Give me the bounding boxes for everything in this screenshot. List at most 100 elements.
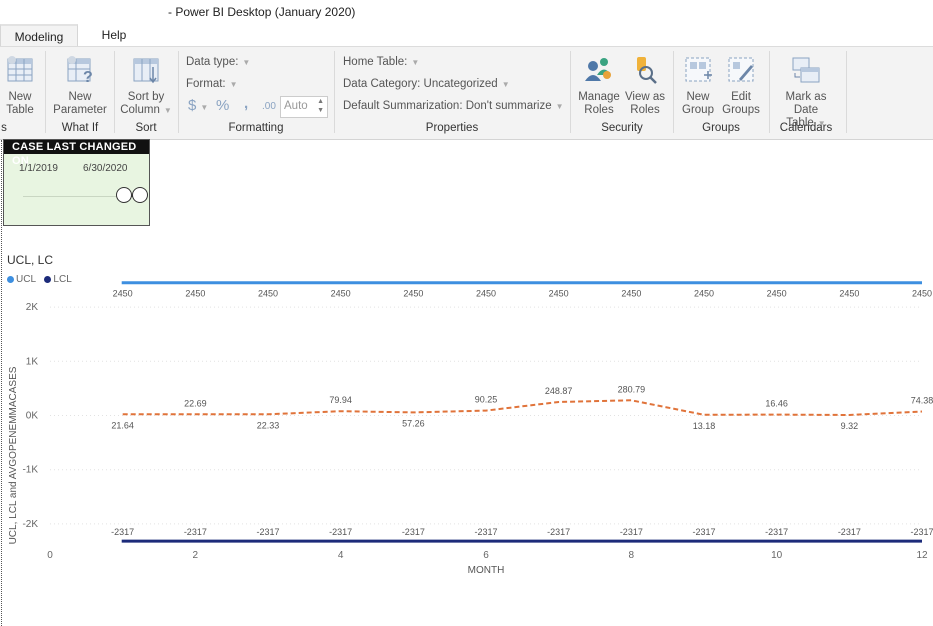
default-summarization-dropdown[interactable]: Default Summarization: Don't summarize ▼: [343, 100, 564, 112]
y-tick-label: 2K: [26, 302, 39, 313]
y-tick-label: 0K: [26, 411, 39, 422]
format-dropdown[interactable]: Format: ▼: [186, 78, 238, 90]
new-parameter-label-1: New: [68, 91, 92, 103]
ribbon-tabs: Modeling Help: [0, 24, 933, 48]
data-label: 9.32: [841, 421, 859, 431]
slicer-start-handle[interactable]: [115, 187, 132, 203]
what-if-group-label: What If: [61, 122, 99, 134]
sort-column-icon: [133, 58, 159, 84]
decimal-places-stepper[interactable]: Auto ▲ ▼: [280, 96, 328, 118]
data-label: -2317: [692, 527, 715, 537]
data-label: 2450: [476, 289, 496, 299]
chart-title: UCL, LC: [7, 253, 54, 267]
tab-help[interactable]: Help: [92, 24, 136, 46]
data-label: 21.64: [111, 420, 134, 430]
data-label: 2450: [403, 289, 423, 299]
data-label: 2450: [621, 289, 641, 299]
view-as-roles-button[interactable]: View as Roles: [623, 55, 667, 117]
x-tick-label: 4: [338, 550, 344, 561]
y-tick-label: -2K: [22, 519, 38, 530]
title-bar: - Power BI Desktop (January 2020): [0, 0, 933, 24]
slicer-start-date[interactable]: 1/1/2019: [19, 163, 58, 174]
calendars-group-label: Calendars: [779, 122, 833, 134]
data-type-dropdown[interactable]: Data type: ▼: [186, 56, 250, 68]
line-chart[interactable]: 2K 1K 0K -1K -2K 0 2 4 6 8 10 12 MONTH UCL, LCL and A…: [0, 266, 933, 626]
comma-button[interactable]: ,: [244, 95, 248, 112]
data-label: -2317: [547, 527, 570, 537]
x-tick-label: 8: [629, 550, 635, 561]
data-label: -2317: [765, 527, 788, 537]
edit-groups-button[interactable]: Edit Groups: [720, 55, 762, 117]
data-label: 16.46: [765, 399, 788, 409]
ribbon-divider: [673, 51, 674, 133]
manage-roles-button[interactable]: Manage Roles: [577, 55, 621, 117]
data-label: 2450: [258, 289, 278, 299]
data-label: -2317: [402, 527, 425, 537]
data-label: -2317: [474, 527, 497, 537]
ribbon: s New Table ? New Parameter What If Sort…: [0, 46, 933, 140]
ribbon-divider: [178, 51, 179, 133]
new-group-label-1: New: [686, 91, 710, 103]
edit-groups-label-1: Edit: [731, 91, 751, 103]
data-label: 2450: [185, 289, 205, 299]
slicer-end-date[interactable]: 6/30/2020: [83, 163, 128, 174]
data-label: 79.94: [329, 395, 352, 405]
view-as-roles-label-2: Roles: [630, 104, 660, 116]
y-tick-label: -1K: [22, 465, 38, 476]
date-slicer[interactable]: CASE LAST CHANGED ON 1/1/2019 6/30/2020: [3, 139, 150, 226]
data-label: -2317: [111, 527, 134, 537]
x-tick-label: 0: [47, 550, 53, 561]
home-table-dropdown[interactable]: Home Table: ▼: [343, 56, 419, 68]
y-tick-label: 1K: [26, 356, 39, 367]
data-label: 2450: [331, 289, 351, 299]
data-label: 2450: [767, 289, 787, 299]
slicer-end-handle[interactable]: [132, 187, 148, 203]
ribbon-divider: [114, 51, 115, 133]
properties-group-label: Properties: [425, 122, 479, 134]
data-label: 2450: [839, 289, 859, 299]
manage-roles-label-2: Roles: [584, 104, 614, 116]
ribbon-divider: [846, 51, 847, 133]
stepper-arrows-icon[interactable]: ▲ ▼: [317, 97, 324, 115]
mark-as-date-table-button[interactable]: Mark as Date Table ▼: [774, 55, 838, 130]
view-as-roles-icon: [637, 57, 657, 84]
data-label: 2450: [912, 289, 932, 299]
sort-by-column-button[interactable]: Sort by Column ▼: [120, 55, 172, 117]
decimal-places-value: Auto: [284, 100, 308, 112]
data-label: -2317: [256, 527, 279, 537]
slicer-title: CASE LAST CHANGED ON: [4, 140, 149, 167]
data-label: 2450: [549, 289, 569, 299]
manage-roles-label-1: Manage: [578, 91, 620, 103]
data-category-dropdown[interactable]: Data Category: Uncategorized ▼: [343, 78, 510, 90]
sort-group-label: Sort: [135, 122, 157, 134]
currency-button[interactable]: $ ▼: [188, 97, 208, 114]
tab-modeling[interactable]: Modeling: [0, 24, 78, 48]
ribbon-divider: [570, 51, 571, 133]
x-tick-label: 12: [916, 550, 928, 561]
window-title: - Power BI Desktop (January 2020): [168, 5, 356, 19]
new-table-button[interactable]: New Table: [3, 55, 37, 117]
date-table-icon: [792, 57, 820, 83]
y-axis-title: UCL, LCL and AVGOPENEMMACASES: [8, 366, 19, 544]
ribbon-divider: [45, 51, 46, 133]
data-label: -2317: [838, 527, 861, 537]
data-label: 90.25: [475, 395, 498, 405]
clipped-group-label: s: [1, 122, 7, 134]
sort-by-column-label-1: Sort by: [127, 91, 165, 103]
x-axis-title: MONTH: [468, 565, 505, 576]
decimal-button[interactable]: .00: [262, 101, 276, 112]
percent-button[interactable]: %: [216, 97, 229, 114]
series-line-avg: [122, 399, 923, 417]
new-group-button[interactable]: New Group: [679, 55, 717, 117]
new-parameter-label-2: Parameter: [53, 104, 107, 116]
x-tick-label: 10: [771, 550, 783, 561]
ribbon-divider: [334, 51, 335, 133]
table-icon: [7, 56, 33, 82]
edit-groups-label-2: Groups: [722, 104, 760, 116]
manage-roles-icon: [585, 58, 611, 81]
data-label: 280.79: [618, 384, 646, 394]
x-tick-label: 6: [483, 550, 489, 561]
data-label: -2317: [620, 527, 643, 537]
new-parameter-button[interactable]: ? New Parameter: [52, 55, 108, 117]
data-label: 22.33: [257, 420, 280, 430]
